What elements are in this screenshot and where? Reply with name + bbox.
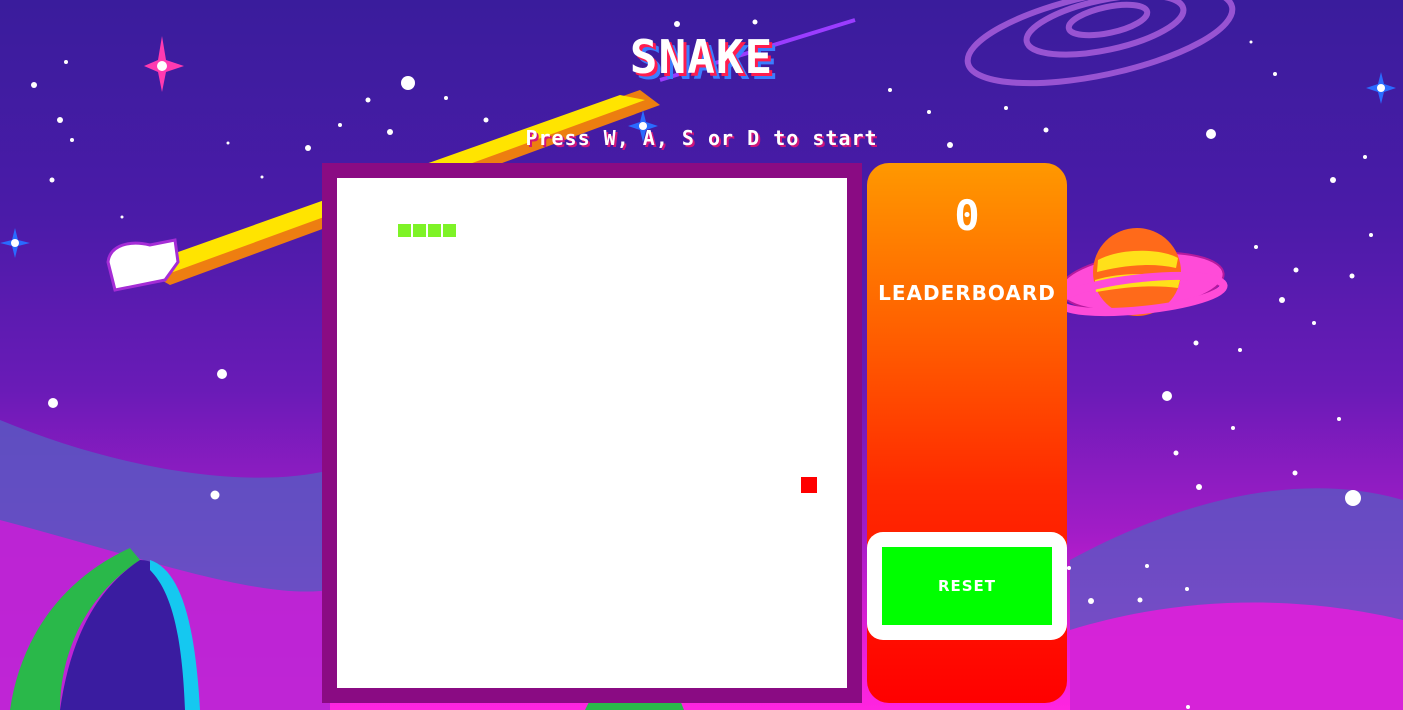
food xyxy=(801,477,817,493)
score-display: 0 xyxy=(954,191,980,240)
board-frame xyxy=(322,163,862,703)
leaderboard-label: LEADERBOARD xyxy=(878,281,1056,305)
game-board[interactable] xyxy=(337,178,847,688)
side-panel: 0 LEADERBOARD RESET xyxy=(867,163,1067,703)
snake-segment xyxy=(413,224,426,237)
reset-button[interactable]: RESET xyxy=(882,547,1052,625)
snake-segment xyxy=(428,224,441,237)
game-title: SNAKE xyxy=(629,30,774,84)
game-screen: SNAKE Press W, A, S or D to start 0 LEAD… xyxy=(0,0,1403,710)
reset-button-frame: RESET xyxy=(867,532,1067,640)
planet-icon xyxy=(1056,228,1228,317)
snake-segment xyxy=(443,224,456,237)
snake-segment xyxy=(398,224,411,237)
start-instruction: Press W, A, S or D to start xyxy=(525,126,878,150)
